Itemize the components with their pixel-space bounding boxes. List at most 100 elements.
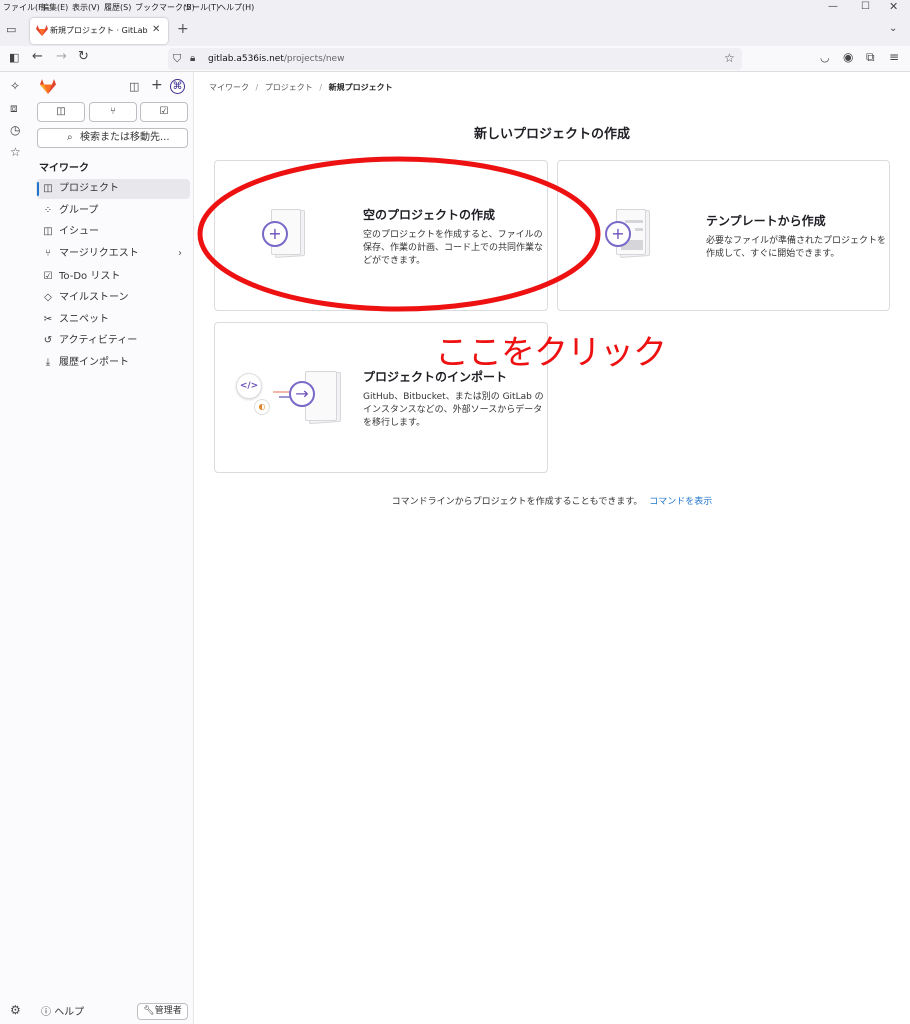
browser-navbar: ◧ ← → ↻ ⛉ 🔒︎ gitlab.a536is.net/projects/…: [0, 46, 910, 72]
sidebar-item-label: イシュー: [59, 226, 99, 237]
issues-button[interactable]: ◫: [37, 102, 85, 122]
command-line-hint: コマンドラインからプロジェクトを作成することもできます。 コマンドを表示: [194, 494, 910, 507]
sidebar-item-merge-requests[interactable]: ⑂ マージリクエスト ›: [36, 244, 190, 264]
lock-icon[interactable]: 🔒︎: [190, 53, 195, 65]
history-clock-icon[interactable]: ◷: [10, 124, 20, 136]
help-label: ヘルプ: [54, 1007, 85, 1018]
browser-tabbar: ▭ 新規プロジェクト · GitLab ✕ + ⌄: [0, 14, 910, 46]
milestone-icon: ◇: [44, 292, 52, 303]
url-text: gitlab.a536is.net/projects/new: [208, 54, 345, 64]
menu-view[interactable]: 表示(V): [72, 2, 100, 13]
sidebar-item-label: スニペット: [59, 314, 109, 325]
account-icon[interactable]: ◉: [843, 51, 853, 63]
admin-label: 管理者: [154, 1006, 182, 1016]
group-icon: ⁘: [43, 205, 53, 216]
sidebar-item-groups[interactable]: ⁘ グループ: [36, 201, 190, 221]
back-icon[interactable]: ←: [32, 50, 43, 63]
sync-tabs-icon[interactable]: ⧈: [10, 102, 18, 114]
annotation-text: ここをクリック: [435, 333, 667, 373]
sidebar-item-label: 履歴インポート: [59, 357, 129, 368]
pocket-icon[interactable]: ◡: [820, 52, 830, 64]
menu-tools[interactable]: ツール(T): [184, 2, 219, 13]
bookmark-star-icon[interactable]: ☆: [724, 52, 735, 64]
settings-gear-icon[interactable]: ⚙: [10, 1004, 21, 1016]
sidebar-item-activity[interactable]: ↺ アクティビティー: [36, 331, 190, 351]
gitlab-logo-icon[interactable]: [40, 79, 56, 94]
shield-icon[interactable]: ⛉: [173, 53, 181, 65]
menu-file[interactable]: ファイル(F): [3, 2, 46, 13]
merge-request-icon: ⑂: [110, 106, 116, 117]
menu-history[interactable]: 履歴(S): [104, 2, 131, 13]
sidebar-item-import-history[interactable]: ⤓ 履歴インポート: [36, 353, 190, 373]
import-arrow-icon: →: [289, 381, 315, 407]
sidebar-item-label: アクティビティー: [59, 335, 138, 346]
sidebar-item-todo[interactable]: ☑ To-Do リスト: [36, 267, 190, 287]
search-button[interactable]: ⌕ 検索または移動先...: [37, 128, 188, 148]
breadcrumb: マイワーク / プロジェクト / 新規プロジェクト: [209, 83, 393, 92]
main-content: マイワーク / プロジェクト / 新規プロジェクト 新しいプロジェクトの作成 +…: [194, 72, 910, 1024]
admin-button[interactable]: 🔧︎管理者: [137, 1003, 188, 1020]
sidebar-item-label: マージリクエスト: [59, 248, 139, 259]
merge-requests-button[interactable]: ⑂: [89, 102, 137, 122]
url-bar[interactable]: ⛉ 🔒︎ gitlab.a536is.net/projects/new ☆: [168, 48, 742, 70]
breadcrumb-current: 新規プロジェクト: [328, 83, 393, 92]
browser-side-rail: ✧ ⧈ ◷ ☆ ⚙: [0, 72, 32, 1024]
search-icon: ⌕: [67, 132, 73, 143]
sidebar-item-milestones[interactable]: ◇ マイルストーン: [36, 288, 190, 308]
activity-icon: ↺: [43, 335, 53, 346]
project-icon: ◫: [43, 183, 53, 194]
source-icon: ◐: [254, 399, 270, 415]
sidebar-toggle-icon[interactable]: ◧: [9, 52, 19, 64]
search-label: 検索または移動先...: [80, 132, 170, 143]
extensions-icon[interactable]: ⧉: [866, 51, 875, 63]
menu-help[interactable]: ヘルプ(H): [218, 2, 254, 13]
snippet-icon: ✂: [43, 314, 53, 325]
sidebar-item-label: To-Do リスト: [59, 271, 121, 282]
app-menu-icon[interactable]: ≡: [889, 51, 899, 63]
import-project-illustration: </> ◐ →: [233, 365, 345, 435]
gitlab-favicon-icon: [36, 25, 48, 36]
bookmarks-star-icon[interactable]: ☆: [10, 146, 21, 158]
tab-overview-icon[interactable]: ▭: [6, 24, 16, 36]
maximize-icon[interactable]: ☐: [861, 1, 870, 13]
forward-icon[interactable]: →: [56, 50, 67, 63]
gitlab-sidebar: ◫ + ⌘ ◫ ⑂ ☑ ⌕ 検索または移動先... マイワーク ◫ プロジェクト…: [32, 72, 194, 1024]
wrench-icon: 🔧︎: [143, 1006, 155, 1016]
new-tab-icon[interactable]: +: [177, 22, 189, 36]
section-title: マイワーク: [39, 163, 89, 174]
sidebar-item-projects[interactable]: ◫ プロジェクト: [36, 179, 190, 199]
import-icon: ⤓: [45, 357, 51, 368]
tab-list-chevron-icon[interactable]: ⌄: [889, 23, 897, 35]
create-new-icon[interactable]: +: [151, 78, 163, 92]
tab-close-icon[interactable]: ✕: [152, 24, 160, 36]
minimize-icon[interactable]: —: [828, 1, 838, 13]
todo-button[interactable]: ☑: [140, 102, 188, 122]
annotation-ellipse: [197, 156, 601, 312]
close-window-icon[interactable]: ✕: [889, 1, 898, 13]
todo-icon: ☑: [43, 271, 53, 282]
sidebar-item-label: グループ: [59, 205, 99, 216]
reload-icon[interactable]: ↻: [78, 50, 89, 63]
todo-check-icon: ☑: [159, 106, 169, 117]
user-avatar[interactable]: ⌘: [170, 79, 185, 94]
command-line-text: コマンドラインからプロジェクトを作成することもできます。: [391, 497, 643, 507]
card-description: 必要なファイルが準備されたプロジェクトを 作成して、すぐに開始できます。: [706, 236, 887, 259]
card-description: GitHub、Bitbucket、または別の GitLab の インスタンスなど…: [363, 392, 544, 428]
breadcrumb-mywork[interactable]: マイワーク: [209, 83, 249, 92]
chevron-right-icon: ›: [178, 248, 182, 259]
menu-edit[interactable]: 編集(E): [41, 2, 68, 13]
sidebar-item-snippets[interactable]: ✂ スニペット: [36, 310, 190, 330]
help-button[interactable]: ⓘ ヘルプ: [41, 1003, 84, 1018]
page-title: 新しいプロジェクトの作成: [473, 127, 630, 142]
issue-icon: ◫: [56, 106, 66, 117]
ai-sparkle-icon[interactable]: ✧: [10, 80, 20, 92]
show-command-link[interactable]: コマンドを表示: [649, 497, 712, 507]
sidebar-item-issues[interactable]: ◫ イシュー: [36, 222, 190, 242]
breadcrumb-projects[interactable]: プロジェクト: [265, 83, 313, 92]
help-icon: ⓘ: [41, 1007, 51, 1018]
collapse-sidebar-icon[interactable]: ◫: [129, 81, 139, 93]
browser-tab[interactable]: 新規プロジェクト · GitLab ✕: [30, 18, 168, 44]
merge-request-icon: ⑂: [45, 248, 51, 259]
issue-icon: ◫: [43, 226, 53, 237]
sidebar-item-label: プロジェクト: [59, 183, 119, 194]
